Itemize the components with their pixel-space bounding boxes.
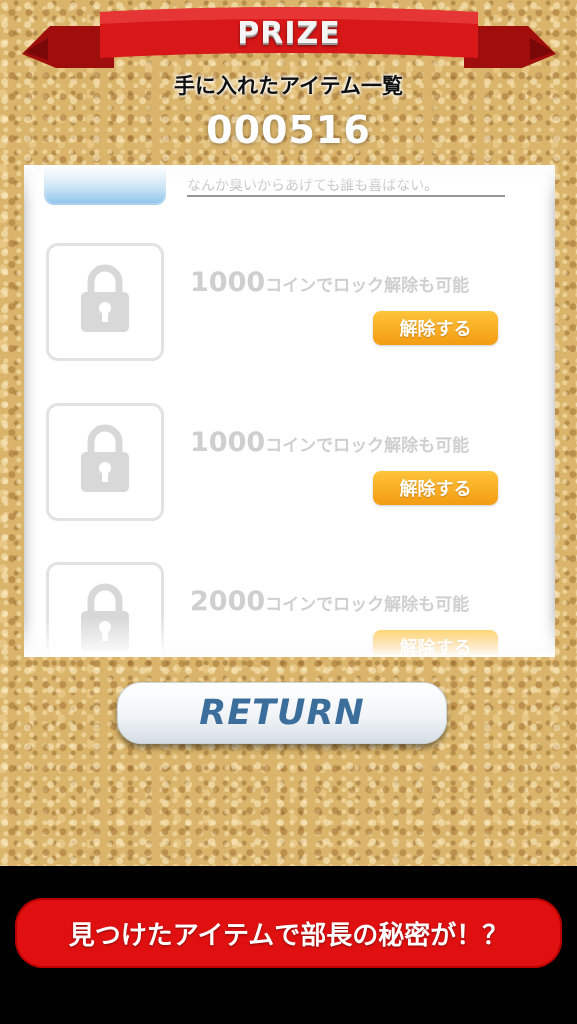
promo-banner[interactable]: 見つけたアイテムで部長の秘密が！？ <box>15 898 562 968</box>
coin-cost: 1000 <box>190 267 266 298</box>
lock-icon <box>81 424 129 492</box>
item-thumbnail[interactable] <box>44 165 166 205</box>
unlock-text: コインでロック解除も可能 <box>265 276 470 296</box>
prize-ribbon: PRIZE <box>22 6 556 70</box>
locked-item: 2000コインでロック解除も可能 解除する <box>24 562 555 657</box>
locked-item: 1000コインでロック解除も可能 解除する <box>24 243 555 383</box>
page-subtitle: 手に入れたアイテム一覧 <box>174 74 403 98</box>
unlock-button[interactable]: 解除する <box>373 471 498 505</box>
lock-icon <box>81 583 129 651</box>
locked-item-thumbnail <box>46 403 164 521</box>
locked-item-thumbnail <box>46 562 164 657</box>
locked-item: 1000コインでロック解除も可能 解除する <box>24 403 555 543</box>
prize-title: PRIZE <box>237 16 341 51</box>
unlock-info: 1000コインでロック解除も可能 <box>190 427 469 458</box>
lock-icon <box>81 264 129 332</box>
unlock-button[interactable]: 解除する <box>373 311 498 345</box>
unlock-button[interactable]: 解除する <box>373 630 498 657</box>
return-button[interactable]: RETURN <box>117 682 447 744</box>
unlock-info: 1000コインでロック解除も可能 <box>190 267 469 298</box>
item-counter: 000516 <box>206 108 371 152</box>
divider <box>187 195 505 197</box>
unlock-info: 2000コインでロック解除も可能 <box>190 586 469 617</box>
unlock-text: コインでロック解除も可能 <box>265 595 470 615</box>
item-list-panel[interactable]: なんか臭いからあげても誰も喜ばない。 1000コインでロック解除も可能 解除する <box>24 165 555 657</box>
unlock-text: コインでロック解除も可能 <box>265 436 470 456</box>
coin-cost: 1000 <box>190 427 266 458</box>
item-description: なんか臭いからあげても誰も喜ばない。 <box>187 178 439 194</box>
coin-cost: 2000 <box>190 586 266 617</box>
locked-item-thumbnail <box>46 243 164 361</box>
promo-banner-text: 見つけたアイテムで部長の秘密が！？ <box>68 921 509 951</box>
